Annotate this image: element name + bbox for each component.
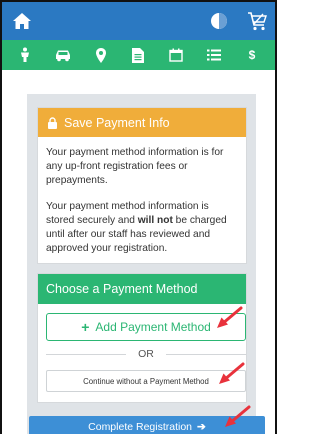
continue-without-payment-label: Continue without a Payment Method [83,376,209,386]
list-icon[interactable] [205,46,223,64]
payment-info-security-text: Your payment method information is store… [38,200,246,256]
section-nav-bar: $ [2,40,275,70]
annotation-arrow-complete [225,405,251,427]
save-payment-info-header: Save Payment Info [38,108,246,137]
payment-info-purpose-text: Your payment method information is for a… [46,147,224,186]
half-circle-icon[interactable] [210,12,228,30]
annotation-arrow-continue [219,362,245,384]
add-payment-method-label: Add Payment Method [95,320,211,334]
home-icon[interactable] [12,11,32,31]
save-payment-info-card: Save Payment Info Your payment method in… [37,107,247,264]
car-icon[interactable] [54,46,72,64]
calendar-icon[interactable] [167,46,185,64]
arrow-right-icon: ➔ [197,421,206,433]
divider-line-left [46,353,127,355]
security-text-emphasis: will not [137,215,173,226]
dollar-icon[interactable]: $ [243,46,261,64]
cart-icon[interactable] [246,10,268,32]
divider-line-right [165,353,246,355]
save-payment-info-title: Save Payment Info [64,115,170,130]
lock-icon [48,116,57,129]
or-label: OR [138,348,154,360]
complete-registration-label: Complete Registration [88,421,193,433]
top-header-bar [2,2,275,40]
choose-payment-method-header: Choose a Payment Method [38,274,246,304]
map-pin-icon[interactable] [92,46,110,64]
person-icon[interactable] [16,46,34,64]
plus-icon: + [81,319,90,335]
annotation-arrow-add [217,306,243,328]
or-divider: OR [46,346,246,362]
choose-payment-method-title: Choose a Payment Method [46,282,198,296]
dollar-glyph: $ [248,48,256,62]
app-frame: $ Save Payment Info Your payment method … [0,0,277,434]
document-icon[interactable] [129,46,147,64]
